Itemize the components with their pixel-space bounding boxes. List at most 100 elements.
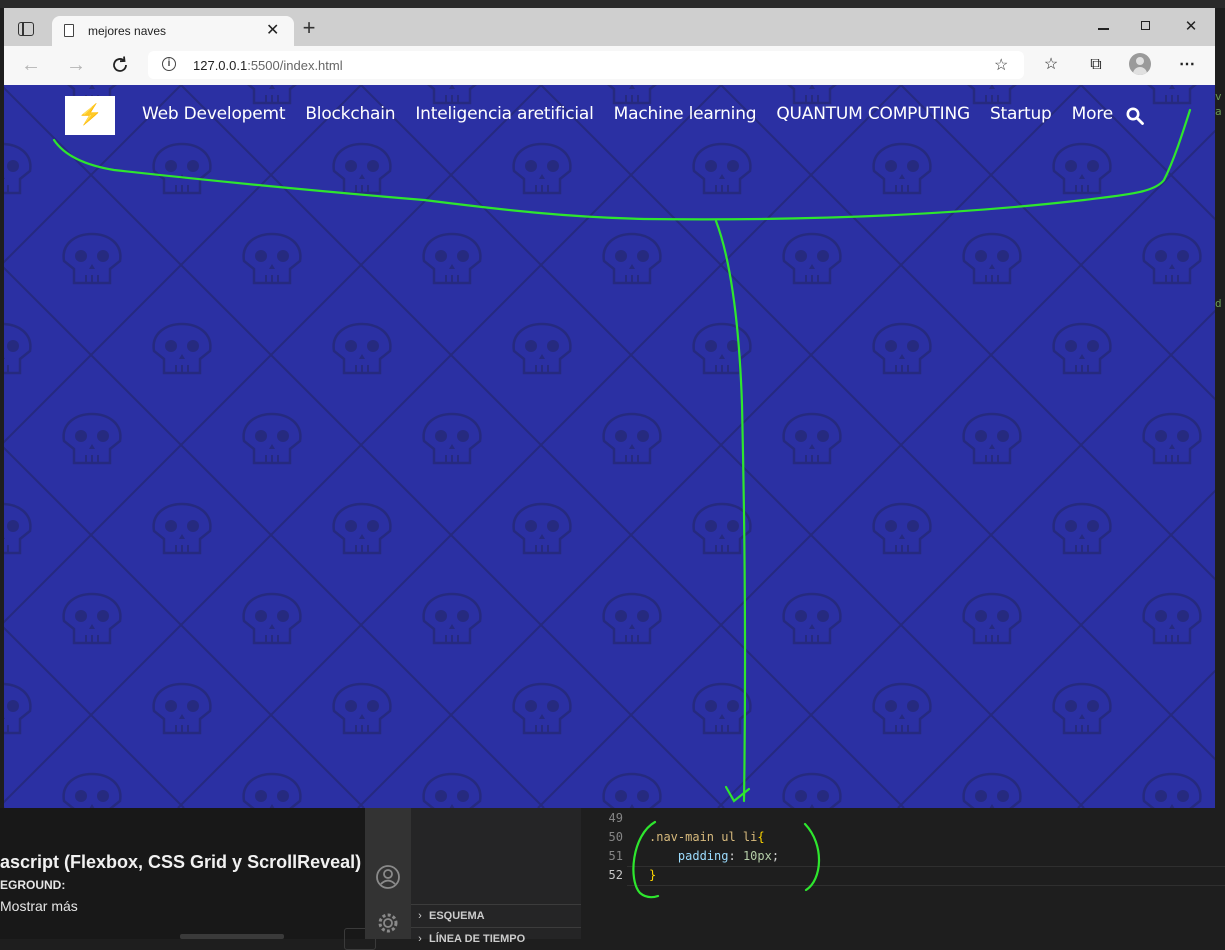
settings-gear-icon[interactable] (375, 910, 401, 936)
menu-item-web-development[interactable]: Web Developemt (142, 104, 286, 124)
skull-pattern-icon (152, 682, 212, 735)
skull-pattern-icon (1052, 682, 1112, 735)
browser-toolbar: ← → i 127.0.0.1:5500/index.html ☆ ☆ ⧉ ⋯ (4, 46, 1215, 86)
css-value: 10px (742, 849, 772, 863)
skull-pattern-icon (512, 502, 572, 555)
skull-pattern-icon (602, 412, 662, 465)
vscode-activity-bar (365, 808, 411, 939)
outline-label: ESQUEMA (429, 910, 485, 922)
skull-pattern-icon (242, 592, 302, 645)
skull-pattern-icon (62, 772, 122, 808)
skull-pattern-icon (1142, 772, 1202, 808)
skull-pattern-icon (962, 232, 1022, 285)
collections-icon[interactable]: ⧉ (1085, 54, 1107, 76)
page-viewport: ⚡ Web Developemt Blockchain Inteligencia… (4, 85, 1215, 808)
skull-pattern-icon (512, 322, 572, 375)
skull-pattern-icon (152, 322, 212, 375)
skull-pattern-icon (872, 142, 932, 195)
skull-pattern-icon (332, 502, 392, 555)
code-fragment: v (1215, 90, 1222, 103)
skull-pattern-icon (602, 772, 662, 808)
menu-item-machine-learning[interactable]: Machine learning (614, 104, 757, 124)
code-line[interactable]: } (649, 868, 656, 882)
menu-item-more[interactable]: More (1072, 104, 1114, 124)
refresh-icon[interactable] (109, 54, 131, 76)
skull-pattern-icon (1052, 502, 1112, 555)
site-logo[interactable]: ⚡ (65, 96, 115, 135)
back-button[interactable]: ← (20, 54, 42, 76)
new-tab-button[interactable]: + (298, 16, 320, 40)
skull-pattern-icon (512, 682, 572, 735)
skull-pattern-icon (242, 412, 302, 465)
maximize-button[interactable] (1126, 16, 1166, 38)
menu-item-startup[interactable]: Startup (990, 104, 1052, 124)
line-number: 51 (608, 849, 623, 863)
skull-pattern-background (4, 85, 1215, 808)
code-line[interactable]: .nav-main ul li{ (649, 830, 765, 844)
show-more-link[interactable]: Mostrar más (0, 898, 78, 914)
url-host: 127.0.0.1 (193, 58, 248, 73)
profile-avatar[interactable] (1129, 53, 1151, 75)
youtube-panel: ascript (Flexbox, CSS Grid y ScrollRevea… (0, 808, 387, 950)
skull-pattern-icon (332, 142, 392, 195)
skull-pattern-icon (4, 142, 32, 195)
close-tab-icon[interactable]: ✕ (266, 20, 279, 40)
skull-pattern-icon (1142, 232, 1202, 285)
skull-pattern-icon (1052, 322, 1112, 375)
skull-pattern-icon (1052, 142, 1112, 195)
account-icon[interactable] (375, 864, 401, 890)
skull-pattern-icon (692, 142, 752, 195)
skull-pattern-icon (782, 232, 842, 285)
page-icon (64, 24, 74, 37)
skull-pattern-icon (782, 772, 842, 808)
skull-pattern-icon (242, 232, 302, 285)
skull-pattern-icon (602, 232, 662, 285)
browser-tab[interactable]: mejores naves ✕ (52, 16, 294, 46)
menu-item-ai[interactable]: Inteligencia aretificial (415, 104, 593, 124)
skull-pattern-icon (872, 682, 932, 735)
skull-pattern-icon (422, 232, 482, 285)
skull-pattern-icon (152, 142, 212, 195)
url-text[interactable]: 127.0.0.1:5500/index.html (193, 58, 343, 73)
code-fragment: d (1215, 297, 1222, 310)
minimize-button[interactable] (1084, 16, 1124, 38)
current-line-highlight (627, 866, 1225, 886)
vscode-editor[interactable]: 49 50 51 52 .nav-main ul li{ padding: 10… (581, 808, 1225, 939)
open-brace: { (757, 830, 765, 844)
skull-pattern-icon (152, 502, 212, 555)
skull-pattern-icon (62, 232, 122, 285)
address-bar[interactable]: i 127.0.0.1:5500/index.html ☆ (148, 51, 1024, 79)
browser-window: mejores naves ✕ + ✕ ← → i 127.0.0.1:5500… (4, 8, 1215, 808)
skull-pattern-icon (332, 322, 392, 375)
menu-item-quantum-computing[interactable]: QUANTUM COMPUTING (776, 104, 970, 124)
skull-pattern-icon (62, 412, 122, 465)
skull-pattern-icon (692, 502, 752, 555)
tab-actions-icon[interactable] (18, 22, 34, 36)
site-info-icon[interactable]: i (162, 57, 176, 71)
outline-section[interactable]: › ESQUEMA (411, 904, 581, 927)
line-number: 49 (608, 811, 623, 825)
add-favorite-icon[interactable]: ☆ (994, 55, 1008, 75)
skull-pattern-icon (692, 322, 752, 375)
forward-button[interactable]: → (65, 54, 87, 76)
close-window-button[interactable]: ✕ (1171, 16, 1211, 38)
main-menu: Web Developemt Blockchain Inteligencia a… (142, 104, 1133, 124)
channel-label: EGROUND: (0, 878, 66, 892)
search-icon[interactable] (1126, 107, 1144, 125)
skull-pattern-icon (512, 142, 572, 195)
skull-pattern-icon (872, 502, 932, 555)
more-menu-icon[interactable]: ⋯ (1176, 54, 1198, 76)
skull-pattern-icon (332, 682, 392, 735)
chevron-right-icon: › (418, 910, 422, 922)
skull-pattern-icon (422, 592, 482, 645)
scroll-indicator[interactable] (180, 934, 284, 939)
pattern-line (4, 266, 545, 808)
favorites-icon[interactable]: ☆ (1040, 54, 1062, 76)
css-property: padding (677, 849, 729, 863)
timeline-label: LÍNEA DE TIEMPO (429, 933, 526, 945)
video-title[interactable]: ascript (Flexbox, CSS Grid y ScrollRevea… (0, 852, 387, 873)
menu-item-blockchain[interactable]: Blockchain (305, 104, 395, 124)
skull-pattern-icon (242, 772, 302, 808)
skull-pattern-icon (872, 322, 932, 375)
code-line[interactable]: padding: 10px; (649, 849, 779, 863)
